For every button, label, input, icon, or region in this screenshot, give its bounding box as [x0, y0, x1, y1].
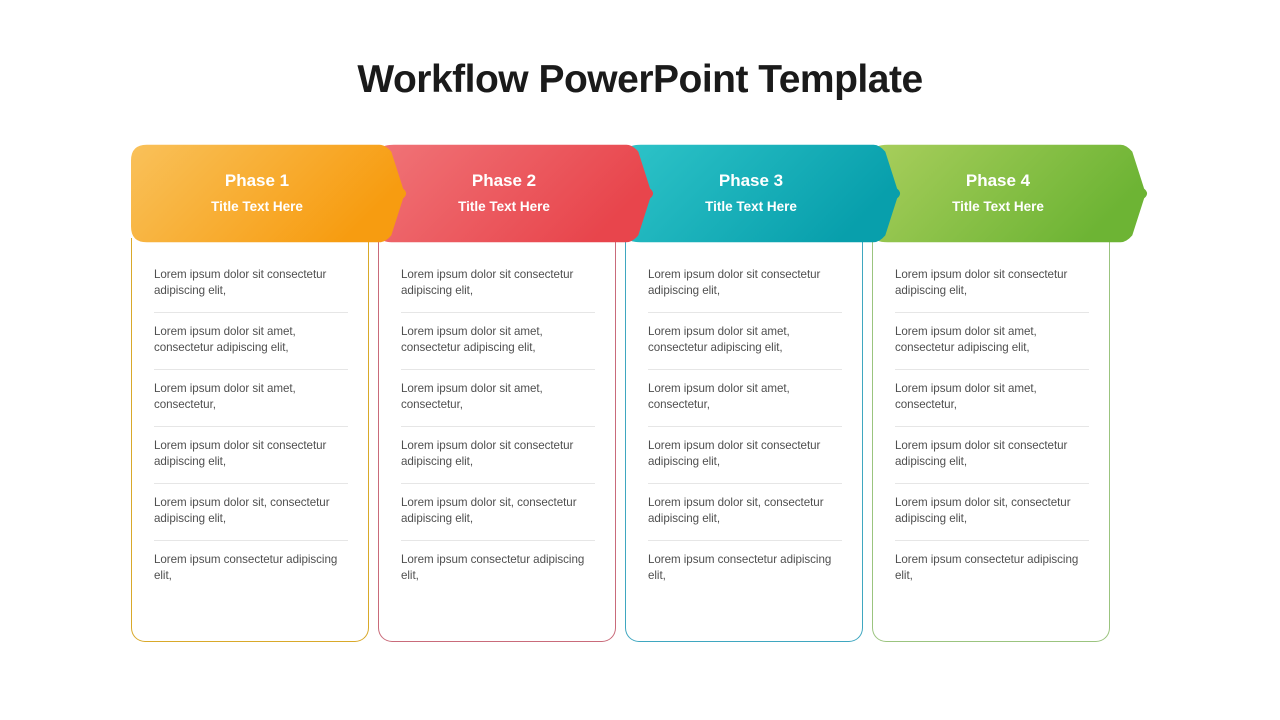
list-item-text: Lorem ipsum dolor sit consectetur adipis… [401, 268, 574, 298]
phase-chevron-shape-2 [379, 144, 654, 243]
list-item[interactable]: Lorem ipsum dolor sit consectetur adipis… [895, 427, 1089, 484]
phase-card-1: Lorem ipsum dolor sit consectetur adipis… [131, 238, 369, 642]
workflow-phase-columns: Lorem ipsum dolor sit consectetur adipis… [131, 144, 1153, 642]
list-item[interactable]: Lorem ipsum dolor sit consectetur adipis… [154, 256, 348, 313]
list-item-text: Lorem ipsum dolor sit amet, consectetur, [401, 381, 543, 412]
list-item-text: Lorem ipsum dolor sit amet, consectetur … [895, 324, 1037, 355]
list-item-text: Lorem ipsum consectetur adipiscing elit, [895, 552, 1079, 582]
list-item[interactable]: Lorem ipsum consectetur adipiscing elit, [154, 541, 348, 597]
list-item[interactable]: Lorem ipsum dolor sit amet, consectetur … [648, 313, 842, 370]
list-item-text: Lorem ipsum dolor sit consectetur adipis… [648, 438, 821, 469]
list-item-text: Lorem ipsum dolor sit, consectetur adipi… [895, 495, 1071, 526]
phase-header-chevron-2[interactable]: Phase 2 Title Text Here [378, 144, 658, 243]
list-item[interactable]: Lorem ipsum dolor sit amet, consectetur, [401, 370, 595, 427]
phase-column-4[interactable]: Lorem ipsum dolor sit consectetur adipis… [872, 144, 1148, 642]
phase-column-1[interactable]: Lorem ipsum dolor sit consectetur adipis… [131, 144, 407, 642]
list-item-text: Lorem ipsum dolor sit amet, consectetur, [648, 381, 790, 412]
list-item-text: Lorem ipsum dolor sit consectetur adipis… [895, 438, 1068, 469]
phase-column-3[interactable]: Lorem ipsum dolor sit consectetur adipis… [625, 144, 901, 642]
list-item-text: Lorem ipsum consectetur adipiscing elit, [401, 552, 585, 582]
phase-chevron-shape-4 [873, 144, 1148, 243]
list-item[interactable]: Lorem ipsum dolor sit, consectetur adipi… [154, 484, 348, 541]
list-item[interactable]: Lorem ipsum dolor sit amet, consectetur, [895, 370, 1089, 427]
list-item-text: Lorem ipsum dolor sit amet, consectetur … [648, 324, 790, 355]
list-item[interactable]: Lorem ipsum dolor sit consectetur adipis… [648, 256, 842, 313]
slide-canvas: Workflow PowerPoint Template Lorem ipsum… [0, 0, 1280, 720]
list-item[interactable]: Lorem ipsum dolor sit, consectetur adipi… [648, 484, 842, 541]
list-item[interactable]: Lorem ipsum dolor sit, consectetur adipi… [895, 484, 1089, 541]
list-item[interactable]: Lorem ipsum dolor sit amet, consectetur … [895, 313, 1089, 370]
list-item[interactable]: Lorem ipsum dolor sit amet, consectetur … [154, 313, 348, 370]
list-item-text: Lorem ipsum dolor sit consectetur adipis… [401, 438, 574, 469]
list-item-text: Lorem ipsum dolor sit amet, consectetur, [154, 381, 296, 412]
list-item-text: Lorem ipsum consectetur adipiscing elit, [154, 552, 338, 582]
list-item[interactable]: Lorem ipsum dolor sit consectetur adipis… [401, 427, 595, 484]
phase-column-2[interactable]: Lorem ipsum dolor sit consectetur adipis… [378, 144, 654, 642]
list-item-text: Lorem ipsum dolor sit consectetur adipis… [648, 268, 821, 298]
list-item[interactable]: Lorem ipsum consectetur adipiscing elit, [401, 541, 595, 597]
list-item[interactable]: Lorem ipsum dolor sit amet, consectetur … [401, 313, 595, 370]
list-item[interactable]: Lorem ipsum dolor sit, consectetur adipi… [401, 484, 595, 541]
list-item-text: Lorem ipsum dolor sit, consectetur adipi… [401, 495, 577, 526]
list-item-text: Lorem ipsum dolor sit amet, consectetur, [895, 381, 1037, 412]
list-item[interactable]: Lorem ipsum consectetur adipiscing elit, [895, 541, 1089, 597]
list-item-text: Lorem ipsum dolor sit, consectetur adipi… [154, 495, 330, 526]
list-item[interactable]: Lorem ipsum dolor sit consectetur adipis… [895, 256, 1089, 313]
phase-card-2: Lorem ipsum dolor sit consectetur adipis… [378, 238, 616, 642]
list-item-text: Lorem ipsum consectetur adipiscing elit, [648, 552, 832, 582]
list-item-text: Lorem ipsum dolor sit consectetur adipis… [154, 268, 327, 298]
phase-chevron-shape-1 [131, 144, 407, 243]
list-item[interactable]: Lorem ipsum consectetur adipiscing elit, [648, 541, 842, 597]
phase-chevron-shape-3 [626, 144, 901, 243]
list-item[interactable]: Lorem ipsum dolor sit consectetur adipis… [401, 256, 595, 313]
list-item[interactable]: Lorem ipsum dolor sit amet, consectetur, [648, 370, 842, 427]
list-item[interactable]: Lorem ipsum dolor sit consectetur adipis… [154, 427, 348, 484]
phase-card-3: Lorem ipsum dolor sit consectetur adipis… [625, 238, 863, 642]
page-title: Workflow PowerPoint Template [357, 58, 923, 101]
list-item[interactable]: Lorem ipsum dolor sit amet, consectetur, [154, 370, 348, 427]
list-item-text: Lorem ipsum dolor sit amet, consectetur … [154, 324, 296, 355]
phase-card-4: Lorem ipsum dolor sit consectetur adipis… [872, 238, 1110, 642]
phase-header-chevron-3[interactable]: Phase 3 Title Text Here [625, 144, 905, 243]
list-item[interactable]: Lorem ipsum dolor sit consectetur adipis… [648, 427, 842, 484]
list-item-text: Lorem ipsum dolor sit consectetur adipis… [895, 268, 1068, 298]
phase-header-chevron-1[interactable]: Phase 1 Title Text Here [131, 144, 411, 243]
list-item-text: Lorem ipsum dolor sit, consectetur adipi… [648, 495, 824, 526]
list-item-text: Lorem ipsum dolor sit consectetur adipis… [154, 438, 327, 469]
list-item-text: Lorem ipsum dolor sit amet, consectetur … [401, 324, 543, 355]
phase-header-chevron-4[interactable]: Phase 4 Title Text Here [872, 144, 1152, 243]
